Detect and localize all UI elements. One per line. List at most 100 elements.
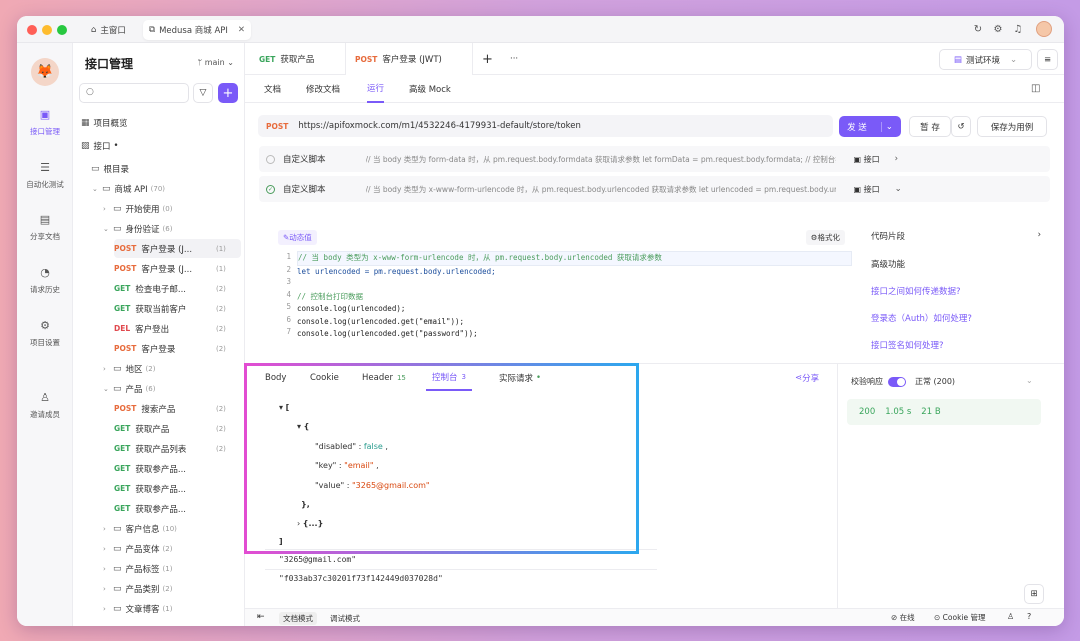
tree-endpoint[interactable]: GET 获取参产品... xyxy=(114,499,186,518)
filter-button[interactable]: ▽ xyxy=(193,83,213,103)
format-button[interactable]: ⚙ 格式化 xyxy=(805,230,845,245)
tree-endpoint[interactable]: POST 搜索产品 (2) xyxy=(114,399,226,418)
help-icon[interactable]: ? xyxy=(1027,612,1031,621)
tree-endpoint[interactable]: GET 获取产品 (2) xyxy=(114,419,226,438)
dynamic-value-button[interactable]: ✎ 动态值 xyxy=(278,230,317,245)
tree-endpoint[interactable]: GET 获取当前客户 (2) xyxy=(114,299,226,318)
chevron-right-icon[interactable]: › xyxy=(103,565,113,573)
script-row-1[interactable]: 自定义脚本 // 当 body 类型为 form-data 时，从 pm.req… xyxy=(259,146,1050,172)
disabled-circle-icon[interactable] xyxy=(266,154,275,164)
chevron-down-icon[interactable]: ⌄ xyxy=(1026,376,1033,385)
chevron-right-icon[interactable]: › xyxy=(103,585,113,593)
tree-folder[interactable]: ▭ 根目录 xyxy=(81,159,129,178)
window-tab-project[interactable]: ⧉ Medusa 商城 API ✕ xyxy=(143,20,252,40)
script-editor[interactable]: ✎ 动态值 ⚙ 格式化 1234567 // 当 body 类型为 x-www-… xyxy=(269,230,853,363)
tree-folder[interactable]: › ▭ 地区 (2) xyxy=(103,359,155,378)
send-button[interactable]: 发 送 ⌄ xyxy=(839,116,901,137)
url-bar[interactable]: POST https://apifoxmock.com/m1/4532246-4… xyxy=(258,115,833,137)
validate-toggle[interactable] xyxy=(888,376,906,387)
chevron-right-icon[interactable]: › xyxy=(103,545,113,553)
code-lines[interactable]: // 当 body 类型为 x-www-form-urlencode 时，从 p… xyxy=(297,251,852,341)
chevron-right-icon[interactable]: › xyxy=(895,154,898,164)
tab-run[interactable]: 运行 xyxy=(367,75,385,103)
close-icon[interactable]: ✕ xyxy=(238,25,245,35)
tree-folder[interactable]: ⌄ ▭ 商城 API (70) xyxy=(92,179,165,198)
tree-folder[interactable]: › ▭ 开始使用 (0) xyxy=(103,199,172,218)
status-select[interactable]: 正常 (200) xyxy=(915,376,955,387)
chevron-right-icon[interactable]: › xyxy=(103,605,113,613)
env-selector[interactable]: ▤ 测试环境 ⌄ xyxy=(939,49,1032,70)
tree-endpoint[interactable]: GET 获取参产品... xyxy=(114,459,186,478)
url-text[interactable]: https://apifoxmock.com/m1/4532246-417993… xyxy=(298,121,581,131)
snippets-header[interactable]: 代码片段 › xyxy=(871,230,1041,242)
chevron-right-icon[interactable]: › xyxy=(103,365,113,373)
tree-api-root[interactable]: ▨ 接口 • xyxy=(81,136,119,155)
new-tab-button[interactable]: + xyxy=(482,43,493,75)
tree-endpoint[interactable]: POST 客户登录 (J... (1) xyxy=(114,239,241,258)
branch-selector[interactable]: ᛘ main ⌄ xyxy=(197,58,234,67)
share-button[interactable]: ⋖ 分享 xyxy=(795,364,819,391)
collapse-icon[interactable]: ⇤ xyxy=(257,612,265,622)
more-tabs-button[interactable]: ··· xyxy=(510,43,518,75)
tree-endpoint[interactable]: POST 客户登录 (J... (1) xyxy=(114,259,226,278)
tab-docs[interactable]: 文档 xyxy=(264,75,281,103)
search-input[interactable]: ○ xyxy=(79,83,189,103)
tree-endpoint[interactable]: POST 客户登录 (2) xyxy=(114,339,226,358)
shirt-icon[interactable]: ♙ xyxy=(1007,612,1014,621)
rail-api-management[interactable]: ▣ 接口管理 xyxy=(17,108,73,137)
layout-toggle-button[interactable]: ⊞ xyxy=(1024,584,1044,604)
tree-endpoint[interactable]: GET 检查电子邮... (2) xyxy=(114,279,226,298)
tree-folder[interactable]: › ▭ 文章博客 (1) xyxy=(103,599,172,618)
snippet-link[interactable]: 接口之间如何传递数据? xyxy=(871,285,1041,297)
avatar[interactable] xyxy=(1036,21,1052,37)
chevron-down-icon[interactable]: ⌄ xyxy=(103,225,113,233)
rail-auto-test[interactable]: ☰ 自动化测试 xyxy=(17,161,73,190)
tree-folder[interactable]: ⌄ ▭ 产品 (6) xyxy=(103,379,155,398)
cookie-manager[interactable]: ⊙ Cookie 管理 xyxy=(934,612,986,623)
snippet-link[interactable]: 接口签名如何处理? xyxy=(871,339,1041,351)
maximize-dot[interactable] xyxy=(57,25,67,35)
tree-endpoint[interactable]: GET 获取参产品... xyxy=(114,479,186,498)
tree-endpoint[interactable]: DEL 客户登出 (2) xyxy=(114,319,226,338)
check-circle-icon[interactable]: ✓ xyxy=(266,184,275,194)
title-bar: ⌂ 主窗口 ⧉ Medusa 商城 API ✕ ↻ ⚙ ♫ xyxy=(17,16,1064,43)
chevron-down-icon[interactable]: ⌄ xyxy=(103,385,113,393)
add-button[interactable]: + xyxy=(218,83,238,103)
chevron-right-icon[interactable]: › xyxy=(103,205,113,213)
rail-project-settings[interactable]: ⚙ 项目设置 xyxy=(17,319,73,348)
tree-overview[interactable]: ▦ 项目概览 xyxy=(81,113,128,132)
menu-icon: ≡ xyxy=(1043,54,1052,65)
tab-edit-docs[interactable]: 修改文档 xyxy=(306,75,340,103)
tree-folder[interactable]: › ▭ 产品变体 (2) xyxy=(103,539,172,558)
tab-post-login[interactable]: POST 客户登录 (JWT) xyxy=(345,43,473,75)
chevron-down-icon[interactable]: ⌄ xyxy=(895,184,902,194)
reset-button[interactable]: ↺ xyxy=(951,116,971,137)
tab-mock[interactable]: 高级 Mock xyxy=(409,75,451,103)
close-dot[interactable] xyxy=(27,25,37,35)
snippet-link[interactable]: 登录态（Auth）如何处理? xyxy=(871,312,1041,324)
tree-endpoint[interactable]: GET 获取产品列表 (2) xyxy=(114,439,226,458)
tree-folder[interactable]: ⌄ ▭ 身份验证 (6) xyxy=(103,219,172,238)
refresh-icon[interactable]: ↻ xyxy=(971,22,985,36)
doc-mode-button[interactable]: 文档模式 xyxy=(279,612,317,625)
online-status[interactable]: ⊘ 在线 xyxy=(891,612,915,623)
gear-icon[interactable]: ⚙ xyxy=(991,22,1005,36)
bell-icon[interactable]: ♫ xyxy=(1011,22,1025,36)
window-tab-home[interactable]: ⌂ 主窗口 xyxy=(85,20,132,40)
tree-folder[interactable]: › ▭ 产品类别 (2) xyxy=(103,579,172,598)
rail-share-docs[interactable]: ▤ 分享文档 xyxy=(17,213,73,242)
tree-folder[interactable]: › ▭ 产品标签 (1) xyxy=(103,559,172,578)
debug-mode-button[interactable]: 调试模式 xyxy=(326,612,364,625)
rail-history[interactable]: ◔ 请求历史 xyxy=(17,266,73,295)
rail-invite[interactable]: ♙ 邀请成员 xyxy=(17,391,73,420)
chevron-right-icon[interactable]: › xyxy=(103,525,113,533)
script-row-2[interactable]: ✓ 自定义脚本 // 当 body 类型为 x-www-form-urlenco… xyxy=(259,176,1050,202)
menu-button[interactable]: ≡ xyxy=(1037,49,1058,70)
save-temp-button[interactable]: 暂 存 xyxy=(909,116,951,137)
tab-get-product[interactable]: GET 获取产品 xyxy=(259,43,314,75)
tree-folder[interactable]: › ▭ 客户信息 (10) xyxy=(103,519,177,538)
chevron-down-icon[interactable]: ⌄ xyxy=(92,185,102,193)
minimize-dot[interactable] xyxy=(42,25,52,35)
save-case-button[interactable]: 保存为用例 xyxy=(977,116,1047,137)
layout-icon[interactable]: ◫ xyxy=(1031,83,1040,94)
